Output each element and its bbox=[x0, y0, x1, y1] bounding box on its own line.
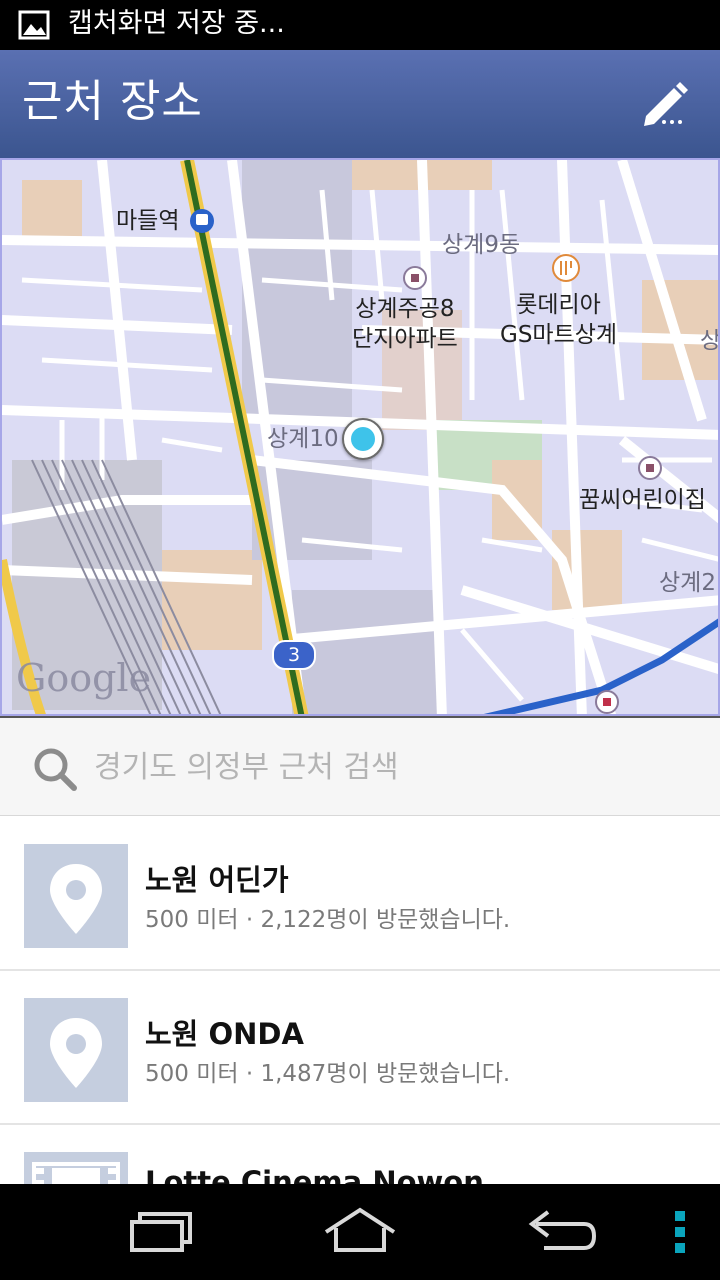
route-shield-3: 3 bbox=[272, 640, 316, 670]
map-pin-icon bbox=[50, 864, 102, 934]
map-label-dong10: 상계10 bbox=[267, 426, 339, 452]
home-icon bbox=[324, 1207, 396, 1252]
back-button[interactable] bbox=[510, 1184, 610, 1280]
place-name: 노원 어딘가 bbox=[145, 863, 289, 897]
home-button[interactable] bbox=[310, 1184, 410, 1280]
overflow-menu-button[interactable] bbox=[660, 1184, 700, 1280]
edit-button[interactable] bbox=[630, 74, 700, 134]
status-bar: 캡처화면 저장 중... bbox=[0, 0, 720, 50]
search-icon bbox=[34, 748, 77, 791]
map-label-dong9: 상계9동 bbox=[442, 232, 521, 258]
page-title: 근처 장소 bbox=[22, 76, 203, 127]
place-name: 노원 ONDA bbox=[145, 1017, 304, 1051]
recent-apps-button[interactable] bbox=[110, 1184, 210, 1280]
map-label-daycare: 꿈씨어린이집 bbox=[579, 487, 706, 513]
map-label-dong2: 상계2 bbox=[659, 570, 716, 596]
search-bar bbox=[0, 716, 720, 816]
map-label-edge: 상 bbox=[700, 328, 720, 354]
overflow-menu-icon bbox=[675, 1211, 685, 1253]
status-notification-text: 캡처화면 저장 중... bbox=[68, 8, 285, 39]
place-detail: 500 미터 · 2,122명이 방문했습니다. bbox=[145, 907, 511, 933]
place-thumbnail bbox=[24, 844, 128, 948]
place-thumbnail bbox=[24, 998, 128, 1102]
place-row[interactable]: 노원 ONDA 500 미터 · 1,487명이 방문했습니다. bbox=[0, 971, 720, 1125]
map-view[interactable]: 마들역 상계9동 상계주공8 단지아파트 롯데리아 GS마트상계 상계10 꿈씨어린… bbox=[0, 158, 720, 716]
map-label-station: 마들역 bbox=[116, 208, 180, 234]
recent-apps-icon bbox=[130, 1212, 192, 1252]
back-icon bbox=[528, 1210, 597, 1250]
place-row[interactable]: 노원 어딘가 500 미터 · 2,122명이 방문했습니다. bbox=[0, 817, 720, 971]
map-label-apartment: 상계주공8 단지아파트 bbox=[352, 296, 458, 352]
map-label-mart: 롯데리아 GS마트상계 bbox=[500, 292, 618, 348]
place-detail: 500 미터 · 1,487명이 방문했습니다. bbox=[145, 1061, 511, 1087]
navigation-bar bbox=[0, 1184, 720, 1280]
current-location-marker[interactable] bbox=[342, 418, 384, 460]
image-icon bbox=[18, 10, 50, 40]
search-input[interactable] bbox=[94, 744, 694, 790]
app-bar: 근처 장소 bbox=[0, 50, 720, 158]
google-logo: Google bbox=[16, 656, 152, 700]
map-pin-icon bbox=[50, 1018, 102, 1088]
pencil-icon bbox=[644, 82, 688, 126]
